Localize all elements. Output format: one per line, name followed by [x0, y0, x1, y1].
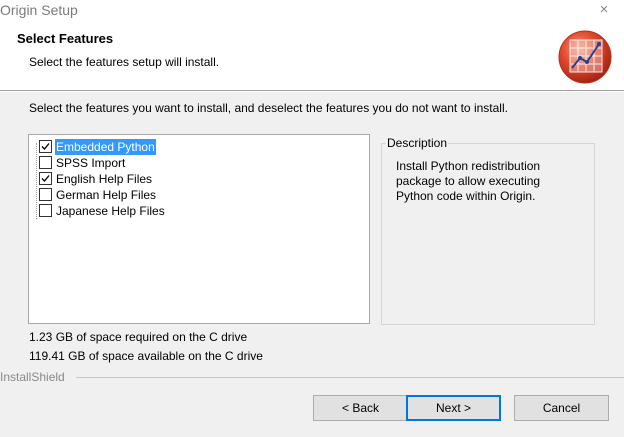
description-text: Install Python redistribution package to…	[396, 159, 541, 203]
feature-checkbox[interactable]	[39, 140, 52, 153]
page-subtitle: Select the features setup will install.	[29, 55, 220, 69]
footer-divider	[76, 377, 624, 378]
space-required-text: 1.23 GB of space required on the C drive	[29, 330, 248, 344]
page-title: Select Features	[17, 31, 114, 46]
feature-checkbox[interactable]	[39, 188, 52, 201]
installshield-label: InstallShield	[0, 370, 65, 384]
feature-label: English Help Files	[56, 172, 153, 186]
tree-connector	[36, 143, 38, 219]
header-panel: Select Features Select the features setu…	[0, 22, 624, 90]
feature-checkbox[interactable]	[39, 172, 52, 185]
title-bar: Origin Setup ×	[0, 0, 624, 22]
cancel-button[interactable]: Cancel	[514, 395, 609, 421]
window-title: Origin Setup	[0, 2, 78, 18]
checkmark-icon	[41, 143, 50, 150]
next-button[interactable]: Next >	[406, 395, 501, 421]
instruction-text: Select the features you want to install,…	[29, 101, 508, 115]
feature-checkbox[interactable]	[39, 156, 52, 169]
feature-tree[interactable]: Embedded Python SPSS Import English Help F…	[28, 134, 370, 324]
close-button[interactable]: ×	[594, 0, 614, 20]
origin-graph-icon	[558, 30, 612, 84]
feature-checkbox[interactable]	[39, 204, 52, 217]
feature-label: German Help Files	[56, 188, 157, 202]
header-divider-highlight	[0, 91, 624, 92]
checkmark-icon	[41, 175, 50, 182]
feature-label: Embedded Python	[55, 139, 156, 155]
feature-label: Japanese Help Files	[56, 204, 165, 218]
space-available-text: 119.41 GB of space available on the C dr…	[29, 349, 263, 363]
feature-label: SPSS Import	[56, 156, 126, 170]
back-button[interactable]: < Back	[313, 395, 408, 421]
description-title: Description	[386, 136, 449, 150]
